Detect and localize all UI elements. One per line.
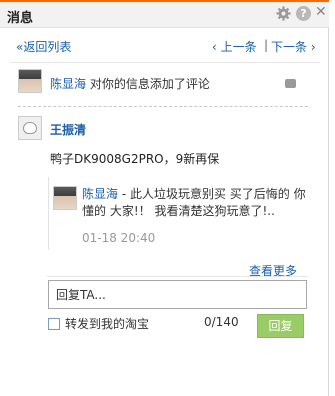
avatar[interactable] — [53, 186, 77, 210]
default-avatar-icon — [23, 122, 37, 134]
notice-message: 对你的信息添加了评论 — [86, 77, 210, 91]
avatar[interactable] — [18, 116, 42, 140]
help-icon[interactable]: ? — [296, 6, 311, 21]
post-text: 鸭子DK9008G2PRO，9新再保 — [50, 152, 220, 166]
next-message-link[interactable]: 下一条 › — [271, 38, 316, 55]
back-to-list-link[interactable]: «返回列表 — [16, 38, 71, 55]
divider — [47, 276, 308, 277]
comment-notice: 陈显海 对你的信息添加了评论 — [18, 69, 308, 97]
char-counter: 0/140 — [204, 315, 239, 329]
divider — [10, 62, 320, 63]
message-panel: 消息 ? ✕ «返回列表 ‹ 上一条 | 下一条 › 陈显海 对你的信息添加了评… — [0, 0, 329, 396]
forward-label: 转发到我的淘宝 — [65, 317, 150, 331]
window-title: 消息 — [7, 11, 34, 26]
title-bar: 消息 ? ✕ — [0, 0, 329, 28]
post-author-link[interactable]: 王振清 — [50, 121, 86, 138]
close-icon[interactable]: ✕ — [315, 4, 327, 20]
nav-separator: | — [264, 38, 269, 52]
comment-body: 陈显海 - 此人垃圾玩意别买 买了后悔的 你懂的 大家!！ 我看清楚这狗玩意了!… — [82, 186, 307, 220]
reply-button[interactable]: 回复 — [257, 314, 304, 338]
comment-bubble-icon[interactable] — [285, 79, 296, 88]
avatar[interactable] — [18, 69, 42, 93]
forward-checkbox[interactable] — [48, 318, 60, 330]
dashed-divider — [18, 106, 308, 107]
message-nav: «返回列表 ‹ 上一条 | 下一条 › — [0, 38, 329, 54]
comment-user-link[interactable]: 陈显海 — [82, 187, 118, 201]
notice-user-link[interactable]: 陈显海 — [50, 77, 86, 91]
gear-icon[interactable] — [276, 6, 291, 21]
previous-message-link[interactable]: ‹ 上一条 — [212, 38, 257, 55]
comment-item: 陈显海 - 此人垃圾玩意别买 买了后悔的 你懂的 大家!！ 我看清楚这狗玩意了!… — [48, 177, 308, 250]
comment-timestamp: 01-18 20:40 — [82, 231, 156, 245]
notice-text: 陈显海 对你的信息添加了评论 — [50, 75, 210, 92]
forward-option[interactable]: 转发到我的淘宝 — [48, 315, 149, 332]
reply-input[interactable] — [48, 280, 307, 309]
